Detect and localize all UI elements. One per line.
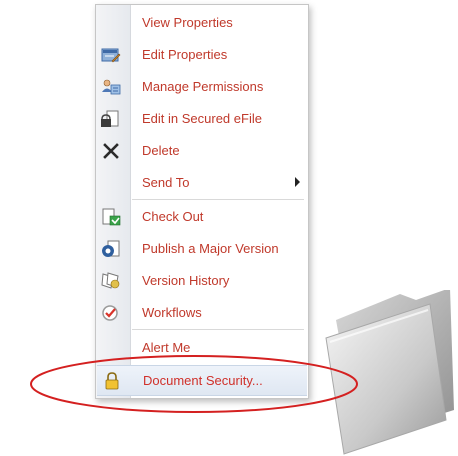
menu-item-send-to[interactable]: Send To	[96, 168, 308, 197]
workflows-icon	[101, 303, 121, 323]
menu-item-label: Delete	[142, 143, 180, 158]
menu-item-edit-properties[interactable]: Edit Properties	[96, 40, 308, 69]
menu-item-check-out[interactable]: Check Out	[96, 202, 308, 231]
menu-item-label: Publish a Major Version	[142, 241, 279, 256]
edit-properties-icon	[101, 45, 121, 65]
menu-item-label: Version History	[142, 273, 230, 288]
menu-item-version-history[interactable]: Version History	[96, 266, 308, 295]
menu-item-workflows[interactable]: Workflows	[96, 298, 308, 327]
menu-item-label: Edit Properties	[142, 47, 228, 62]
version-history-icon	[101, 271, 121, 291]
menu-item-manage-permissions[interactable]: Manage Permissions	[96, 72, 308, 101]
publish-major-version-icon	[101, 239, 121, 259]
menu-item-label: Check Out	[142, 209, 204, 224]
menu-item-view-properties[interactable]: View Properties	[96, 8, 308, 37]
context-menu: View Properties Edit Properties Manage P…	[95, 4, 309, 399]
menu-item-label: Workflows	[142, 305, 202, 320]
menu-separator	[132, 199, 304, 200]
menu-item-edit-in-secured-efile[interactable]: Edit in Secured eFile	[96, 104, 308, 133]
highlight-ellipse-annotation	[30, 355, 358, 413]
submenu-arrow-icon	[295, 177, 300, 187]
check-out-icon	[101, 207, 121, 227]
manage-permissions-icon	[101, 77, 121, 97]
menu-item-label: View Properties	[142, 15, 233, 30]
menu-item-label: Edit in Secured eFile	[142, 111, 262, 126]
menu-item-publish-major-version[interactable]: Publish a Major Version	[96, 234, 308, 263]
menu-item-label: Manage Permissions	[142, 79, 264, 94]
menu-item-delete[interactable]: Delete	[96, 136, 308, 165]
menu-separator	[132, 329, 304, 330]
secured-efile-icon	[101, 109, 121, 129]
delete-x-icon	[101, 141, 121, 161]
menu-item-label: Send To	[142, 175, 190, 190]
